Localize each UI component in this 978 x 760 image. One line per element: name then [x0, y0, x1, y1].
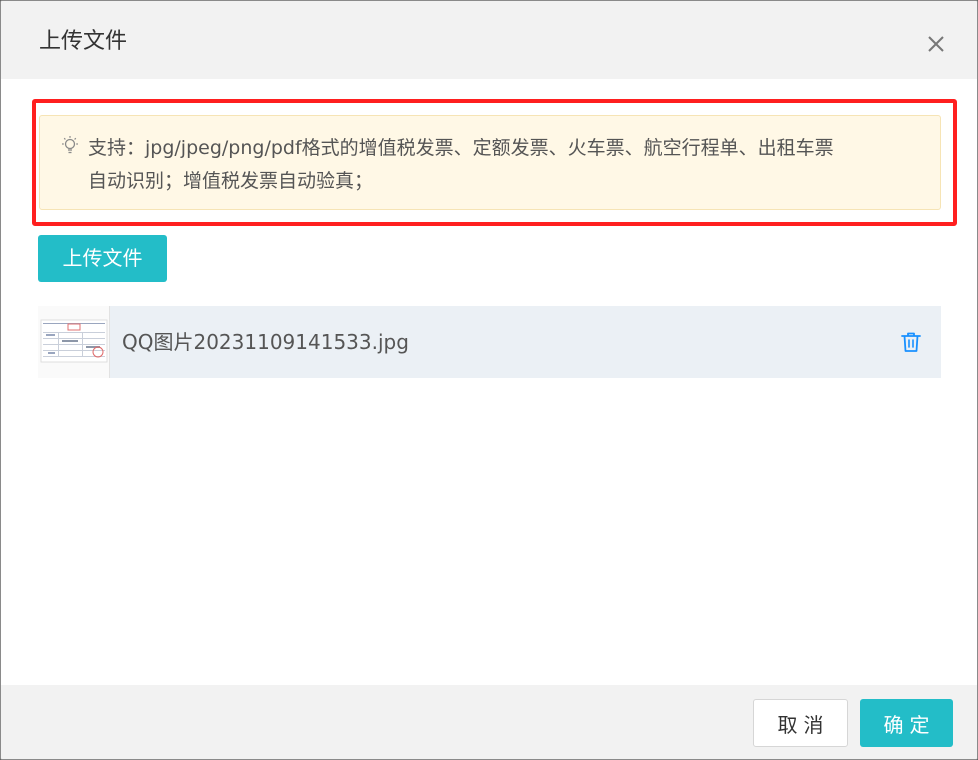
file-name[interactable]: QQ图片20231109141533.jpg [122, 328, 409, 356]
dialog-header: 上传文件 [1, 1, 977, 79]
upload-file-button[interactable]: 上传文件 [38, 235, 167, 282]
dialog-footer: 取消 确定 [1, 685, 977, 759]
close-icon[interactable] [923, 31, 949, 57]
cancel-button[interactable]: 取消 [753, 699, 848, 747]
highlight-annotation [32, 99, 957, 226]
trash-icon[interactable] [899, 330, 923, 354]
dialog-body: 支持：jpg/jpeg/png/pdf格式的增值税发票、定额发票、火车票、航空行… [1, 79, 977, 685]
file-list-item[interactable]: QQ图片20231109141533.jpg [38, 306, 941, 378]
confirm-button[interactable]: 确定 [860, 699, 953, 747]
file-thumbnail[interactable] [38, 306, 110, 378]
dialog-title: 上传文件 [39, 29, 128, 54]
upload-dialog: 上传文件 支持：jpg/jpeg/png/pdf格式的增值税发票、定额发票、火车… [0, 0, 978, 760]
